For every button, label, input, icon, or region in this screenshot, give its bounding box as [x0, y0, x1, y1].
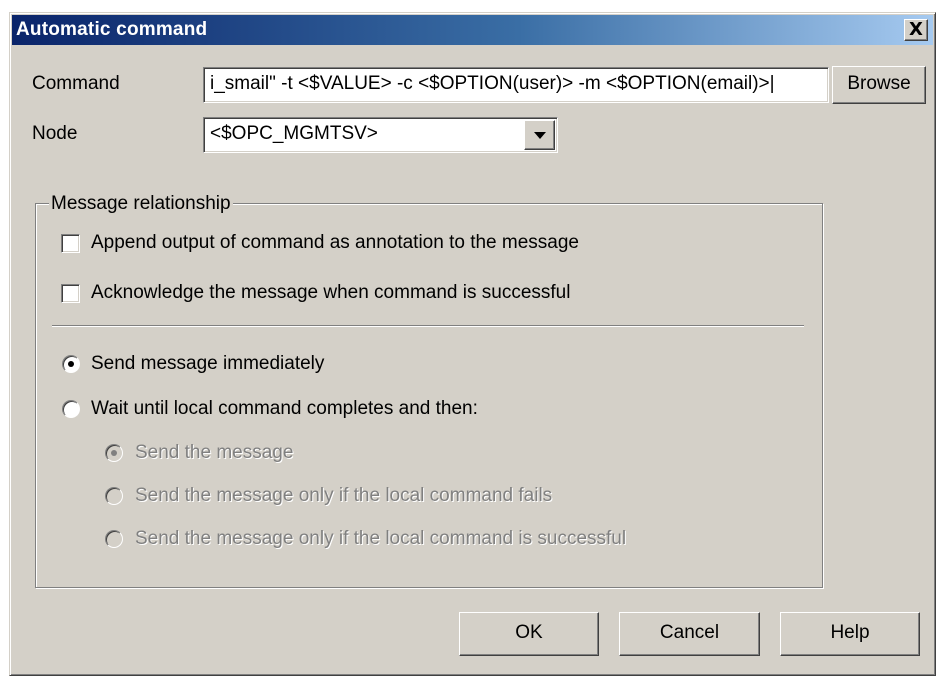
node-label: Node	[32, 123, 78, 144]
send-immediately-label[interactable]: Send message immediately	[91, 353, 324, 375]
acknowledge-message-label[interactable]: Acknowledge the message when command is …	[91, 282, 570, 304]
send-if-fails-label[interactable]: Send the message only if the local comma…	[135, 485, 552, 507]
help-button[interactable]: Help	[780, 612, 920, 656]
acknowledge-message-checkbox[interactable]	[61, 284, 80, 303]
radio-selected-dot	[111, 450, 117, 456]
group-divider	[52, 325, 804, 327]
append-output-label[interactable]: Append output of command as annotation t…	[91, 232, 579, 254]
node-select[interactable]: <$OPC_MGMTSV>	[203, 117, 558, 153]
browse-button[interactable]: Browse	[832, 66, 926, 104]
dialog-title: Automatic command	[16, 19, 208, 40]
cancel-button[interactable]: Cancel	[619, 612, 760, 656]
send-the-message-radio[interactable]	[105, 444, 123, 462]
close-button[interactable]: X	[904, 19, 928, 41]
radio-selected-dot	[68, 361, 74, 367]
send-if-successful-label[interactable]: Send the message only if the local comma…	[135, 528, 626, 550]
wait-until-complete-label[interactable]: Wait until local command completes and t…	[91, 398, 478, 420]
append-output-checkbox[interactable]	[61, 234, 80, 253]
wait-until-complete-radio[interactable]	[62, 400, 80, 418]
ok-button[interactable]: OK	[459, 612, 599, 656]
send-the-message-label[interactable]: Send the message	[135, 442, 293, 464]
send-if-successful-radio[interactable]	[105, 530, 123, 548]
close-icon: X	[909, 19, 923, 40]
send-if-fails-radio[interactable]	[105, 487, 123, 505]
message-relationship-legend: Message relationship	[49, 193, 233, 215]
command-label: Command	[32, 73, 120, 94]
node-dropdown-button[interactable]	[524, 120, 555, 150]
command-input[interactable]: i_smail" -t <$VALUE> -c <$OPTION(user)> …	[203, 67, 829, 103]
send-immediately-radio[interactable]	[62, 355, 80, 373]
node-selected-value: <$OPC_MGMTSV>	[210, 123, 378, 144]
